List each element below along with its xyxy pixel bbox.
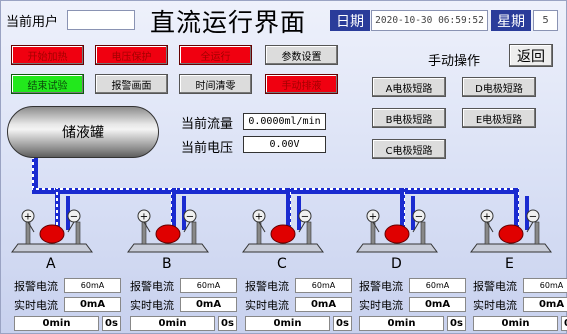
station-b-base: [127, 243, 209, 253]
station-d-time-minutes: 0min: [359, 316, 444, 331]
station-e-time-minutes: 0min: [473, 316, 558, 331]
station-a-pump-icon: [39, 224, 65, 244]
station-b-stand-post-2: [191, 221, 197, 245]
station-c-pump-icon: [270, 224, 296, 244]
station-c-time-seconds: 0s: [333, 316, 352, 331]
station-d-label: D: [391, 256, 402, 272]
station-b-time-seconds: 0s: [218, 316, 237, 331]
station-d-pump-icon: [384, 224, 410, 244]
station-b-alarm-current-value[interactable]: 60mA: [180, 278, 237, 293]
station-c-base: [242, 243, 324, 253]
station-c-realtime-current-label: 实时电流: [245, 299, 289, 312]
station-c-realtime-current-value: 0mA: [295, 297, 352, 312]
station-a-time-minutes: 0min: [14, 316, 99, 331]
station-b-realtime-current-value: 0mA: [180, 297, 237, 312]
station-a-label: A: [46, 256, 56, 272]
station-e-realtime-current-label: 实时电流: [473, 299, 517, 312]
station-d-base: [356, 243, 438, 253]
station-e-negative-sign-icon: −: [529, 212, 537, 223]
station-e-alarm-current-value[interactable]: 60mA: [523, 278, 567, 293]
station-a-negative-sign-icon: −: [70, 212, 78, 223]
station-a-base: [11, 243, 93, 253]
station-e-alarm-current-label: 报警电流: [473, 280, 517, 293]
station-c-alarm-current-value[interactable]: 60mA: [295, 278, 352, 293]
station-e-stand-post-2: [534, 221, 540, 245]
station-d-positive-sign-icon: +: [369, 212, 377, 223]
station-e-label: E: [505, 256, 514, 272]
station-e-time-seconds: 0s: [561, 316, 567, 331]
station-a-alarm-current-value[interactable]: 60mA: [64, 278, 121, 293]
station-b-pump-icon: [155, 224, 181, 244]
station-c-negative-sign-icon: −: [301, 212, 309, 223]
station-a-positive-sign-icon: +: [24, 212, 32, 223]
station-a-realtime-current-label: 实时电流: [14, 299, 58, 312]
station-a-stand-post-2: [75, 221, 81, 245]
station-c-label: C: [277, 256, 287, 272]
station-c-stand-post-2: [306, 221, 312, 245]
station-d-time-seconds: 0s: [447, 316, 466, 331]
station-c-alarm-current-label: 报警电流: [245, 280, 289, 293]
station-b-label: B: [162, 256, 172, 272]
station-c-time-minutes: 0min: [245, 316, 330, 331]
station-e-positive-sign-icon: +: [483, 212, 491, 223]
station-d-realtime-current-value: 0mA: [409, 297, 466, 312]
station-b-realtime-current-label: 实时电流: [130, 299, 174, 312]
station-e-base: [470, 243, 552, 253]
station-e-realtime-current-value: 0mA: [523, 297, 567, 312]
main-pipe: [32, 188, 517, 194]
station-b-positive-sign-icon: +: [140, 212, 148, 223]
station-d-stand-post-2: [420, 221, 426, 245]
station-d-alarm-current-value[interactable]: 60mA: [409, 278, 466, 293]
station-b-time-minutes: 0min: [130, 316, 215, 331]
station-e-pump-icon: [498, 224, 524, 244]
station-a-realtime-current-value: 0mA: [64, 297, 121, 312]
station-c-positive-sign-icon: +: [255, 212, 263, 223]
station-d-negative-sign-icon: −: [415, 212, 423, 223]
station-a-alarm-current-label: 报警电流: [14, 280, 58, 293]
station-b-negative-sign-icon: −: [186, 212, 194, 223]
station-d-alarm-current-label: 报警电流: [359, 280, 403, 293]
station-d-realtime-current-label: 实时电流: [359, 299, 403, 312]
station-a-time-seconds: 0s: [102, 316, 121, 331]
station-b-alarm-current-label: 报警电流: [130, 280, 174, 293]
